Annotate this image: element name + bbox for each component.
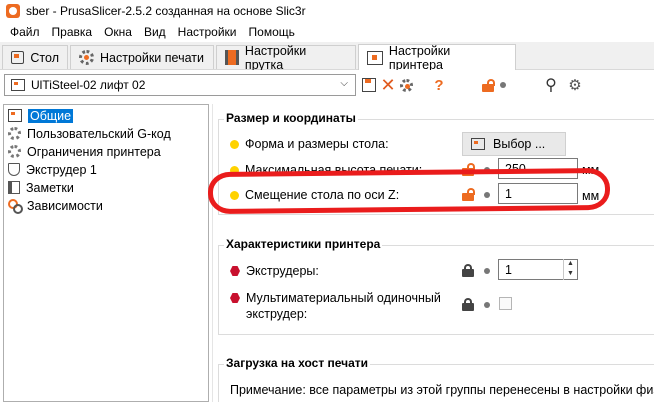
sidebar-item-label: Ограничения принтера (27, 144, 161, 159)
lock-icon[interactable] (462, 264, 474, 277)
sidebar-item-dependencies[interactable]: Зависимости (8, 197, 103, 214)
spin-buttons[interactable]: ▲ ▼ (563, 259, 577, 280)
button-label: Выбор ... (493, 137, 546, 151)
printer-preset-select[interactable]: UlTiSteel-02 лифт 02 ⌵ (4, 74, 356, 96)
settings-page-tree: Общие Пользовательский G-код Ограничения… (3, 104, 209, 402)
plater-icon (11, 51, 25, 64)
bed-shape-label: Форма и размеры стола: (245, 137, 389, 151)
dot-icon[interactable] (484, 268, 490, 274)
help-icon[interactable]: ? (432, 75, 446, 95)
dot-icon[interactable] (484, 302, 490, 308)
expert-mode-icon (230, 266, 240, 276)
group-title: Загрузка на хост печати (224, 356, 371, 370)
bed-shape-row: Форма и размеры стола: (230, 137, 389, 151)
preset-name: UlTiSteel-02 лифт 02 (31, 78, 146, 92)
limits-gear-icon (8, 145, 21, 158)
tab-label: Настройки прутка (244, 43, 307, 72)
menu-edit[interactable]: Правка (46, 25, 99, 39)
settings-panel: Размер и координаты Форма и размеры стол… (214, 100, 654, 402)
sidebar-item-label: Общие (28, 108, 74, 123)
sidebar-item-label: Пользовательский G-код (27, 126, 171, 141)
extruders-label: Экструдеры: (246, 264, 319, 278)
dot-icon[interactable] (500, 82, 506, 88)
menu-help[interactable]: Помощь (243, 25, 301, 39)
preset-bar: UlTiSteel-02 лифт 02 ⌵ ✕ ? ⚲ ⚙ (0, 70, 654, 100)
settings-icon[interactable]: ⚙ (566, 75, 584, 95)
highlight-annotation (207, 167, 611, 215)
sidebar-item-label: Зависимости (27, 198, 103, 213)
compare-icon[interactable] (398, 75, 414, 95)
tab-label: Настройки принтера (388, 43, 451, 72)
group-printer-characteristics (218, 245, 654, 335)
chevron-down-icon: ⌵ (340, 78, 348, 89)
host-note-text: Примечание: все параметры из этой группы… (230, 383, 654, 397)
sidebar-item-machine-limits[interactable]: Ограничения принтера (8, 143, 161, 160)
chevron-down-icon[interactable]: ▼ (564, 269, 577, 279)
multimaterial-row: Мультиматериальный одиночный (230, 291, 441, 305)
menu-view[interactable]: Вид (138, 25, 172, 39)
lock-icon[interactable] (462, 298, 474, 311)
menu-settings[interactable]: Настройки (172, 25, 243, 39)
single-extruder-mm-checkbox[interactable] (499, 297, 512, 310)
chevron-up-icon[interactable]: ▲ (564, 259, 577, 269)
tab-printer-settings[interactable]: Настройки принтера (358, 43, 516, 72)
sidebar-item-label: Экструдер 1 (26, 162, 97, 177)
multimaterial-label-1: Мультиматериальный одиночный (246, 291, 441, 305)
title-bar: sber - PrusaSlicer-2.5.2 созданная на ос… (0, 0, 654, 22)
tab-plater[interactable]: Стол (2, 45, 68, 69)
sidebar-item-notes[interactable]: Заметки (8, 179, 74, 196)
tab-filament-settings[interactable]: Настройки прутка (216, 43, 356, 72)
save-icon[interactable] (362, 78, 376, 92)
panel-divider (212, 104, 213, 402)
general-icon (8, 109, 22, 122)
printer-icon (367, 50, 383, 65)
simple-mode-icon (230, 139, 239, 149)
lock-icon[interactable] (482, 79, 495, 92)
bed-shape-button[interactable]: Выбор ... (462, 132, 566, 156)
extruder-icon (8, 163, 20, 176)
menu-file[interactable]: Файл (4, 25, 46, 39)
window-title: sber - PrusaSlicer-2.5.2 созданная на ос… (26, 4, 306, 18)
prusaslicer-app-icon (6, 4, 20, 18)
menu-bar: Файл Правка Окна Вид Настройки Помощь (0, 22, 654, 42)
main-tab-bar: Стол Настройки печати Настройки прутка Н… (0, 42, 654, 72)
group-title: Размер и координаты (224, 111, 358, 125)
gcode-gear-icon (8, 127, 21, 140)
sidebar-item-general[interactable]: Общие (8, 107, 74, 124)
search-icon[interactable]: ⚲ (542, 75, 560, 95)
delete-icon[interactable]: ✕ (379, 75, 397, 95)
dependencies-icon (8, 199, 23, 214)
notes-icon (8, 181, 20, 194)
sidebar-item-custom-gcode[interactable]: Пользовательский G-код (8, 125, 171, 142)
tab-label: Стол (30, 50, 59, 65)
extruders-value: 1 (505, 262, 512, 277)
extruders-row: Экструдеры: (230, 264, 319, 278)
extruders-spin-input[interactable]: 1 ▲ ▼ (498, 259, 578, 280)
tab-print-settings[interactable]: Настройки печати (70, 45, 214, 69)
group-title: Характеристики принтера (224, 237, 383, 251)
expert-mode-icon (230, 293, 240, 303)
printer-icon (11, 79, 25, 91)
tab-label: Настройки печати (100, 50, 204, 65)
gear-icon (79, 50, 94, 65)
sidebar-item-label: Заметки (26, 180, 74, 195)
spool-icon (225, 50, 239, 65)
multimaterial-label-2: экструдер: (246, 307, 308, 321)
printer-icon (471, 138, 485, 150)
menu-window[interactable]: Окна (98, 25, 138, 39)
sidebar-item-extruder-1[interactable]: Экструдер 1 (8, 161, 97, 178)
